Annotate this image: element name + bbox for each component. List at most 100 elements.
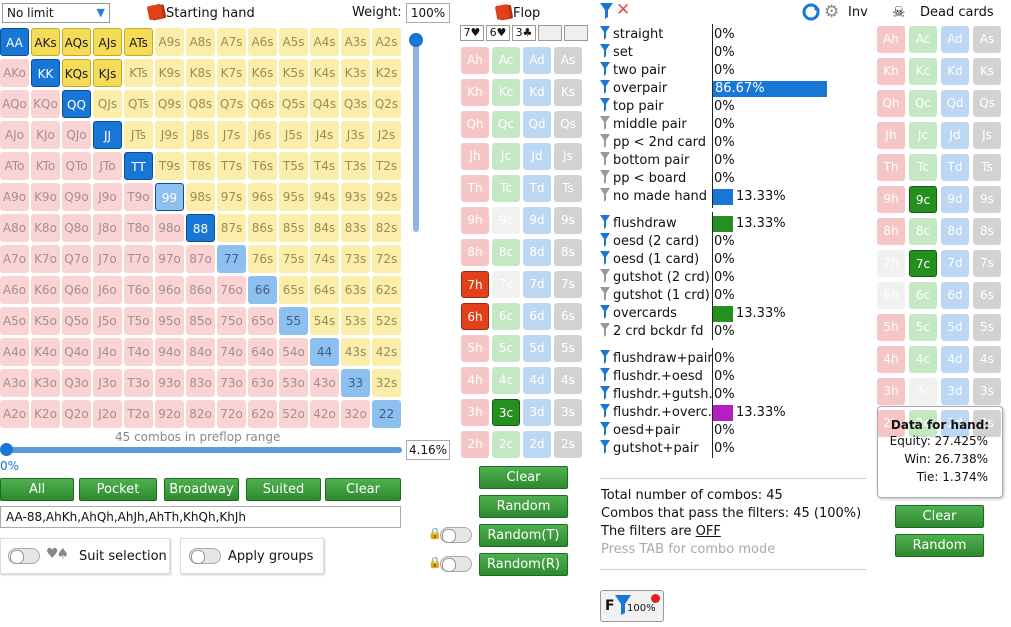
dead-card-Jh[interactable]: Jh xyxy=(877,122,905,149)
weight-input[interactable]: 100% xyxy=(406,3,450,23)
filter-icon[interactable] xyxy=(600,404,610,418)
hand-cell[interactable]: QTo xyxy=(62,152,91,180)
hand-cell[interactable]: 85o xyxy=(186,307,215,335)
flop-card-9d[interactable]: 9d xyxy=(523,207,551,234)
filter-row[interactable]: bottom pair xyxy=(600,152,689,170)
flop-card-4h[interactable]: 4h xyxy=(461,367,489,394)
hand-cell[interactable]: 62s xyxy=(372,276,401,304)
hand-cell[interactable]: 87o xyxy=(186,245,215,273)
dead-card-9c[interactable]: 9c xyxy=(909,186,937,213)
hand-cell[interactable]: J2s xyxy=(372,121,401,149)
hand-cell[interactable]: 73s xyxy=(341,245,370,273)
filter-row[interactable]: set xyxy=(600,44,633,62)
apply-groups-toggle[interactable] xyxy=(189,548,221,564)
hand-cell[interactable]: A3s xyxy=(341,28,370,56)
flop-card-Jc[interactable]: Jc xyxy=(492,143,520,170)
hand-cell[interactable]: KJo xyxy=(31,121,60,149)
hand-cell[interactable]: AJs xyxy=(93,28,122,56)
flop-card-Qd[interactable]: Qd xyxy=(523,111,551,138)
hand-cell[interactable]: A8s xyxy=(186,28,215,56)
dead-card-Ac[interactable]: Ac xyxy=(909,26,937,53)
hand-cell[interactable]: Q9o xyxy=(62,183,91,211)
hand-cell[interactable]: J6o xyxy=(93,276,122,304)
dead-card-8c[interactable]: 8c xyxy=(909,218,937,245)
range-pocket-button[interactable]: Pocket xyxy=(79,478,157,501)
flop-card-2h[interactable]: 2h xyxy=(461,431,489,458)
hand-cell[interactable]: 83s xyxy=(341,214,370,242)
hand-cell[interactable]: A9s xyxy=(155,28,184,56)
suit-selection-toggle[interactable] xyxy=(8,548,40,564)
hand-cell[interactable]: 43o xyxy=(310,369,339,397)
hand-cell[interactable]: KTo xyxy=(31,152,60,180)
dead-card-Kh[interactable]: Kh xyxy=(877,58,905,85)
hand-cell[interactable]: AQs xyxy=(62,28,91,56)
filter-row[interactable]: top pair xyxy=(600,98,664,116)
filter-icon[interactable] xyxy=(600,233,610,247)
hand-cell[interactable]: T3o xyxy=(124,369,153,397)
hand-cell[interactable]: Q8s xyxy=(186,90,215,118)
hand-cell[interactable]: 74o xyxy=(217,338,246,366)
filter-icon[interactable] xyxy=(600,134,610,148)
dead-card-Qc[interactable]: Qc xyxy=(909,90,937,117)
hand-cell[interactable]: 43s xyxy=(341,338,370,366)
flop-card-3c[interactable]: 3c xyxy=(492,399,520,426)
dead-card-6s[interactable]: 6s xyxy=(973,282,1001,309)
filter-icon[interactable] xyxy=(600,305,610,319)
flop-card-7d[interactable]: 7d xyxy=(523,271,551,298)
filter-row[interactable]: pp < 2nd card xyxy=(600,134,706,152)
flop-card-9h[interactable]: 9h xyxy=(461,207,489,234)
hand-cell[interactable]: 62o xyxy=(248,400,277,428)
hand-cell[interactable]: 76o xyxy=(217,276,246,304)
board-slot[interactable]: 3♣ xyxy=(512,25,536,41)
dead-card-Ah[interactable]: Ah xyxy=(877,26,905,53)
hand-cell[interactable]: 74s xyxy=(310,245,339,273)
dead-card-Jd[interactable]: Jd xyxy=(941,122,969,149)
hand-cell[interactable]: K7o xyxy=(31,245,60,273)
filter-row[interactable]: middle pair xyxy=(600,116,687,134)
dead-card-8h[interactable]: 8h xyxy=(877,218,905,245)
hand-cell[interactable]: Q5s xyxy=(279,90,308,118)
flop-card-Tc[interactable]: Tc xyxy=(492,175,520,202)
flop-card-4c[interactable]: 4c xyxy=(492,367,520,394)
filter-row[interactable]: gutshot (2 crd) xyxy=(600,269,710,287)
hand-cell[interactable]: T8s xyxy=(186,152,215,180)
board-slot[interactable] xyxy=(538,25,562,41)
flop-card-Ah[interactable]: Ah xyxy=(461,47,489,74)
gear-icon[interactable]: ⚙ xyxy=(824,2,839,22)
hand-cell[interactable]: 32s xyxy=(372,369,401,397)
flop-clear-button[interactable]: Clear xyxy=(479,466,568,489)
hand-cell[interactable]: 65o xyxy=(248,307,277,335)
dead-card-Kc[interactable]: Kc xyxy=(909,58,937,85)
hand-cell[interactable]: 87s xyxy=(217,214,246,242)
hand-cell[interactable]: KTs xyxy=(124,59,153,87)
flop-header[interactable]: Flop xyxy=(494,3,540,21)
hand-cell[interactable]: KJs xyxy=(93,59,122,87)
dead-card-3c[interactable]: 3c xyxy=(909,378,937,405)
hand-cell[interactable]: 82s xyxy=(372,214,401,242)
filter-icon[interactable] xyxy=(600,152,610,166)
flop-card-Ks[interactable]: Ks xyxy=(554,79,582,106)
filter-icon[interactable] xyxy=(600,386,610,400)
dead-card-7h[interactable]: 7h xyxy=(877,250,905,277)
flop-card-9s[interactable]: 9s xyxy=(554,207,582,234)
flop-card-Kh[interactable]: Kh xyxy=(461,79,489,106)
hand-cell[interactable]: 86o xyxy=(186,276,215,304)
dead-card-7s[interactable]: 7s xyxy=(973,250,1001,277)
filter-icon[interactable] xyxy=(600,323,610,337)
board-slot[interactable]: 7♥ xyxy=(460,25,484,41)
hand-cell[interactable]: AKo xyxy=(0,59,29,87)
filter-icon[interactable] xyxy=(600,269,610,283)
dead-card-Js[interactable]: Js xyxy=(973,122,1001,149)
hand-cell[interactable]: 77 xyxy=(217,245,246,273)
hand-cell[interactable]: 86s xyxy=(248,214,277,242)
filter-row[interactable]: overpair xyxy=(600,80,667,98)
hand-cell[interactable]: J5s xyxy=(279,121,308,149)
hand-cell[interactable]: AQo xyxy=(0,90,29,118)
filter-row[interactable]: flushdraw xyxy=(600,215,677,233)
filter-icon[interactable] xyxy=(600,422,610,436)
flop-card-Js[interactable]: Js xyxy=(554,143,582,170)
flop-card-Kc[interactable]: Kc xyxy=(492,79,520,106)
hand-cell[interactable]: AA xyxy=(0,28,29,56)
range-all-button[interactable]: All xyxy=(0,478,74,501)
hand-cell[interactable]: 95o xyxy=(155,307,184,335)
